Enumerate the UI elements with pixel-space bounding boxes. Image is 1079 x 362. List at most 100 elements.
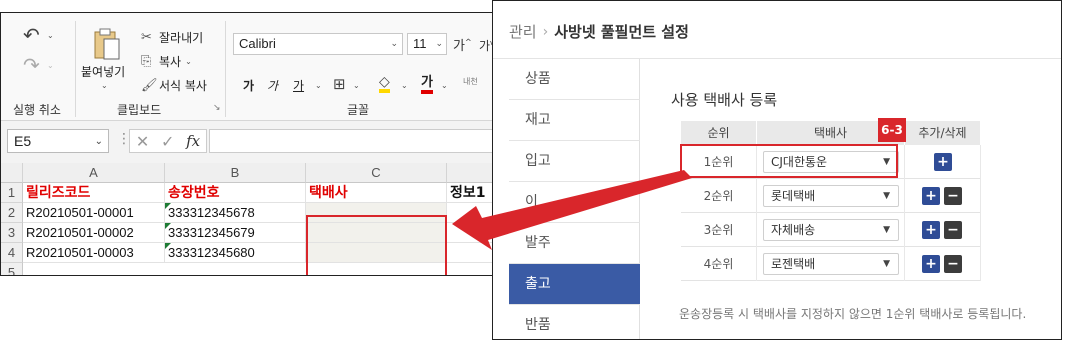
courier-select[interactable]: 자체배송 ▼ [763, 219, 899, 241]
paste-button[interactable]: 붙여넣기 [81, 63, 125, 80]
add-button[interactable]: + [934, 153, 952, 171]
border-dropdown-icon[interactable]: ⌄ [353, 81, 360, 90]
undo-dropdown-icon[interactable]: ⌄ [47, 31, 54, 40]
actions-cell: + − [905, 179, 981, 213]
chevron-down-icon: ⌄ [390, 38, 398, 48]
table-header-rank: 순위 [681, 121, 757, 145]
brush-icon: 🖌 [141, 77, 158, 93]
paste-dropdown-icon[interactable]: ⌄ [101, 81, 108, 90]
sidebar-item-inventory[interactable]: 재고 [509, 100, 640, 141]
fill-dropdown-icon[interactable]: ⌄ [401, 81, 408, 90]
dropdown-triangle-icon: ▼ [883, 225, 890, 235]
cell-c1[interactable]: 택배사 [306, 183, 447, 203]
ribbon-separator [225, 21, 226, 117]
remove-button[interactable]: − [944, 255, 962, 273]
paste-icon[interactable] [93, 27, 121, 61]
cell-b2[interactable]: 333312345678 [165, 203, 306, 223]
cell-a4[interactable]: R20210501-00003 [23, 243, 165, 263]
add-button[interactable]: + [922, 187, 940, 205]
redo-dropdown-icon[interactable]: ⌄ [47, 61, 54, 70]
table-row: 3순위 자체배송 ▼ + − [681, 213, 981, 247]
chevron-down-icon: ⌄ [94, 136, 103, 147]
column-header[interactable]: C [306, 163, 447, 183]
underline-dropdown-icon[interactable]: ⌄ [315, 81, 322, 90]
italic-button[interactable]: 가 [267, 77, 278, 94]
copy-icon: ⎘ [141, 53, 152, 69]
remove-button[interactable]: − [944, 221, 962, 239]
fill-color-icon[interactable]: ◇ [379, 75, 390, 93]
font-color-button[interactable]: 가 [421, 75, 433, 94]
font-name-select[interactable]: Calibri ⌄ [233, 33, 403, 55]
cell-b1[interactable]: 송장번호 [165, 183, 306, 203]
row-header[interactable]: 1 [1, 183, 23, 203]
dialog-launcher-icon[interactable]: ↘ [213, 103, 221, 113]
sidebar-item-outbound[interactable]: 출고 [509, 264, 640, 305]
chevron-right-icon: › [542, 23, 549, 40]
sidebar-item-inbound[interactable]: 입고 [509, 141, 640, 182]
row-header[interactable]: 2 [1, 203, 23, 223]
actions-cell: + [905, 145, 981, 179]
remove-button[interactable]: − [944, 187, 962, 205]
cell-a1[interactable]: 릴리즈코드 [23, 183, 165, 203]
row-header[interactable]: 5 [1, 263, 23, 275]
phonetic-icon[interactable]: 내천 [463, 77, 478, 86]
courier-value: 로젠택배 [771, 257, 816, 271]
insert-function-icon[interactable]: fx [186, 132, 200, 150]
page-title: 사방넷 풀필먼트 설정 [554, 23, 689, 41]
copy-dropdown-icon[interactable]: ⌄ [185, 57, 192, 66]
font-size-value: 11 [413, 36, 427, 51]
cancel-icon[interactable]: ✕ [136, 132, 149, 151]
table-row: 2순위 롯데택배 ▼ + − [681, 179, 981, 213]
main-content: 사용 택배사 등록 순위 택배사 추가/삭제 1순위 CJ대한통운 ▼ + 2순위… [641, 59, 1061, 339]
courier-select[interactable]: 로젠택배 ▼ [763, 253, 899, 275]
name-box-value: E5 [14, 133, 32, 149]
dropdown-triangle-icon: ▼ [883, 259, 890, 269]
undo-icon[interactable]: ↶ [23, 23, 40, 47]
sidebar-item-returns[interactable]: 반품 [509, 305, 640, 339]
redo-icon[interactable]: ↷ [23, 53, 40, 77]
clipboard-group-label: 클립보드 [117, 103, 162, 117]
add-button[interactable]: + [922, 255, 940, 273]
courier-value: 자체배송 [771, 223, 816, 237]
rank-cell: 2순위 [681, 179, 757, 213]
sidebar-item-orders[interactable]: 발주 [509, 223, 640, 264]
border-icon[interactable]: ⊞ [333, 75, 346, 93]
cell-b4[interactable]: 333312345680 [165, 243, 306, 263]
font-size-select[interactable]: 11 ⌄ [407, 33, 447, 55]
grow-font-button[interactable]: 가^ [453, 35, 472, 54]
add-button[interactable]: + [922, 221, 940, 239]
select-all-corner[interactable] [1, 163, 23, 183]
section-title: 사용 택배사 등록 [671, 91, 778, 109]
row-header[interactable]: 4 [1, 243, 23, 263]
name-box[interactable]: E5 ⌄ [7, 129, 109, 153]
table-row: 4순위 로젠택배 ▼ + − [681, 247, 981, 281]
formula-buttons: ✕ ✓ fx [129, 129, 207, 153]
bold-button[interactable]: 가 [243, 77, 254, 94]
breadcrumb: 관리 › 사방넷 풀필먼트 설정 [509, 21, 689, 42]
spreadsheet-grid: A B C 1 2 3 4 5 릴리즈코드 송장번호 택배사 정보1 R2021… [1, 163, 499, 275]
breadcrumb-parent[interactable]: 관리 [509, 21, 537, 42]
shrink-font-label: 가 [479, 39, 491, 53]
courier-value: 롯데택배 [771, 189, 816, 203]
enter-icon[interactable]: ✓ [161, 132, 174, 151]
sidebar-item-transfer[interactable]: 이 [509, 182, 640, 223]
column-header[interactable]: B [165, 163, 306, 183]
courier-cell: 자체배송 ▼ [757, 213, 905, 247]
underline-button[interactable]: 가 [293, 77, 304, 94]
format-painter-button[interactable]: 🖌 서식 복사 [141, 77, 207, 94]
help-note: 운송장등록 시 택배사를 지정하지 않으면 1순위 택배사로 등록됩니다. [679, 307, 1027, 321]
admin-header: 관리 › 사방넷 풀필먼트 설정 [493, 1, 1061, 59]
cell-a2[interactable]: R20210501-00001 [23, 203, 165, 223]
column-header[interactable]: A [23, 163, 165, 183]
font-color-dropdown-icon[interactable]: ⌄ [441, 81, 448, 90]
excel-window: ↶ ⌄ ↷ ⌄ 실행 취소 붙여넣기 ⌄ ✂ 잘라내기 ⎘ 복사 ⌄ 🖌 서식 … [0, 12, 500, 276]
cell-b3[interactable]: 333312345679 [165, 223, 306, 243]
cut-button[interactable]: ✂ 잘라내기 [141, 29, 203, 46]
row-header[interactable]: 3 [1, 223, 23, 243]
dropdown-triangle-icon: ▼ [883, 191, 890, 201]
cell-a3[interactable]: R20210501-00002 [23, 223, 165, 243]
courier-select[interactable]: 롯데택배 ▼ [763, 185, 899, 207]
sidebar-item-products[interactable]: 상품 [509, 59, 640, 100]
copy-button[interactable]: ⎘ 복사 ⌄ [141, 53, 192, 70]
formula-bar[interactable] [209, 129, 499, 153]
